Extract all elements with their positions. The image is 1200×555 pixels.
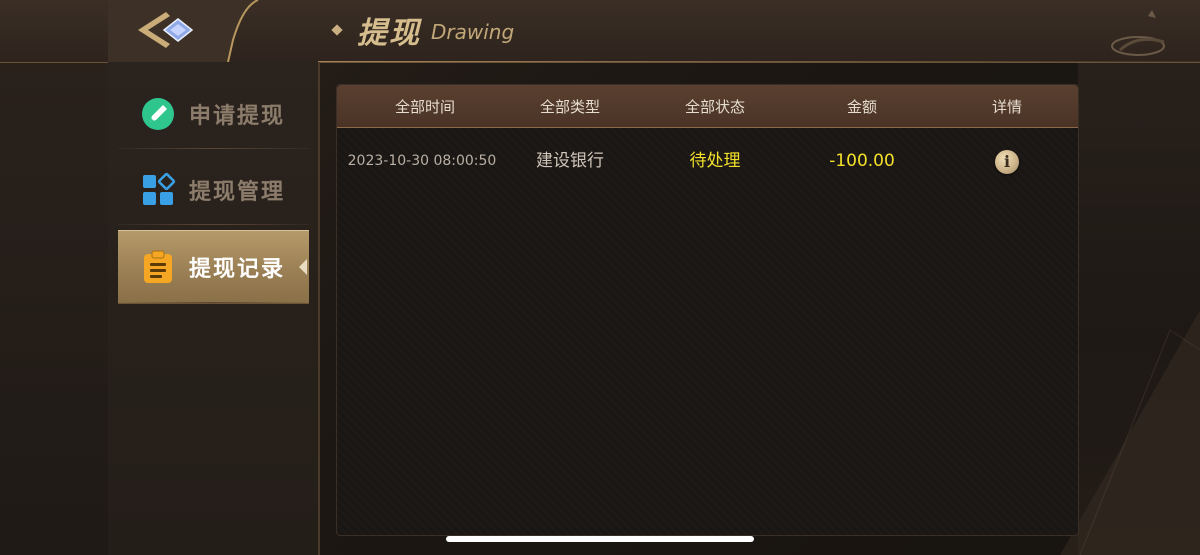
sidebar-divider [118, 302, 309, 303]
record-status: 待处理 [689, 151, 741, 171]
column-detail: 详情 [991, 98, 1022, 116]
home-indicator[interactable] [446, 536, 754, 542]
header-divider [318, 61, 1200, 62]
page-title: 提现 Drawing [331, 8, 515, 52]
column-amount: 金额 [846, 98, 877, 116]
sidebar-item-label: 申请提现 [189, 104, 286, 129]
record-time: 2023-10-30 08:00:50 [347, 153, 497, 169]
sidebar-item-label: 提现管理 [189, 180, 286, 205]
background-triangle-decoration [1060, 310, 1200, 555]
sidebar-divider [118, 224, 309, 225]
sidebar-item-withdraw-records[interactable]: 提现记录 [118, 230, 309, 304]
page-title-en: Drawing [431, 20, 515, 44]
title-diamond-icon [331, 24, 343, 36]
sidebar-divider [118, 148, 309, 149]
table-header: 全部时间 全部类型 全部状态 金额 详情 [337, 85, 1078, 128]
record-amount: -100.00 [829, 151, 895, 171]
sidebar-item-withdraw-manage[interactable]: 提现管理 [118, 154, 309, 226]
filter-all-status[interactable]: 全部状态 [642, 85, 788, 127]
active-indicator-arrow [299, 259, 307, 275]
corner-ornament-icon [1111, 10, 1165, 56]
sidebar-item-apply-withdraw[interactable]: 申请提现 [118, 78, 309, 150]
app-screen: 提现 Drawing 申请提现 提现管理 提现记录 全部时间 全部类型 全部状态… [0, 0, 1200, 555]
grid-squares-icon [143, 172, 176, 205]
back-diamond-icon [108, 0, 259, 63]
filter-all-time[interactable]: 全部时间 [352, 85, 498, 127]
pen-circle-icon [142, 98, 174, 130]
back-button[interactable] [108, 0, 280, 63]
table-row[interactable]: 2023-10-30 08:00:50 建设银行 待处理 -100.00 i [337, 141, 1078, 181]
sidebar-item-label: 提现记录 [189, 257, 286, 282]
filter-all-type[interactable]: 全部类型 [497, 85, 643, 127]
left-background-band [0, 0, 108, 555]
record-type: 建设银行 [536, 151, 604, 171]
info-icon[interactable]: i [995, 150, 1019, 174]
records-panel: 全部时间 全部类型 全部状态 金额 详情 2023-10-30 08:00:50… [336, 84, 1079, 536]
clipboard-icon [144, 250, 172, 283]
sidebar: 申请提现 提现管理 提现记录 [108, 62, 320, 555]
top-bar: 提现 Drawing [0, 0, 1200, 63]
page-title-cn: 提现 [357, 16, 421, 51]
